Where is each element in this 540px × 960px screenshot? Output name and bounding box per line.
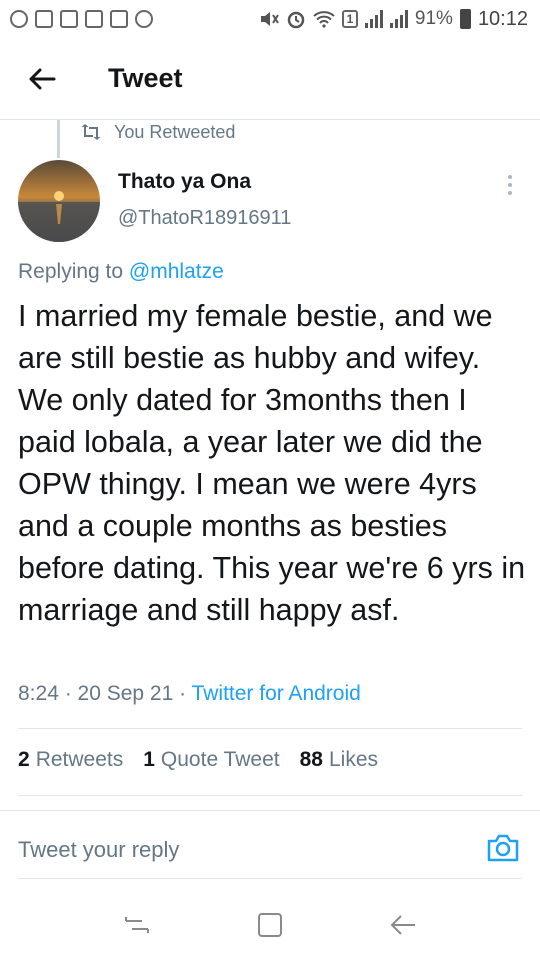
tweet-text: I married my female bestie, and we are s… (18, 299, 526, 627)
tweet-source[interactable]: Twitter for Android (192, 682, 361, 705)
likes-stat[interactable]: 88 Likes (300, 748, 378, 772)
retweet-context-label: You Retweeted (114, 121, 236, 142)
replying-to-prefix: Replying to (18, 260, 129, 283)
quote-tweets-count: 1 (143, 748, 155, 771)
home-button[interactable] (250, 905, 290, 945)
more-dot (508, 183, 512, 187)
home-icon (257, 913, 282, 937)
gallery-icon (110, 10, 128, 28)
tweet-stats: 2 Retweets 1 Quote Tweet 88 Likes (18, 748, 378, 772)
replying-to: Replying to @mhlatze (18, 260, 224, 284)
author-name[interactable]: Thato ya Ona (118, 170, 251, 194)
back-nav-icon (390, 915, 416, 935)
reply-composer: Tweet your reply (0, 810, 540, 880)
back-button[interactable] (0, 38, 84, 120)
battery-icon (459, 9, 471, 29)
quote-tweets-label: Quote Tweet (160, 748, 280, 771)
reply-underline (18, 878, 522, 879)
tweet-meta: 8:24 · 20 Sep 21 · Twitter for Android (18, 682, 361, 706)
avatar-image (18, 160, 100, 242)
alarm-icon (287, 11, 305, 29)
more-dot (508, 191, 512, 195)
signal-icon (389, 10, 408, 28)
quote-tweets-stat[interactable]: 1 Quote Tweet (143, 748, 279, 772)
thread-connector-line (57, 120, 60, 158)
gmail-icon (35, 10, 53, 28)
author-handle[interactable]: @ThatoR18916911 (118, 207, 291, 230)
checkbox-icon (85, 10, 103, 28)
replying-to-mention[interactable]: @mhlatze (129, 260, 224, 283)
status-bar-notifications (10, 10, 153, 28)
avatar[interactable] (18, 160, 100, 242)
retweets-count: 2 (18, 748, 30, 771)
signal-icon (364, 10, 383, 28)
gmail-icon (60, 10, 78, 28)
retweets-stat[interactable]: 2 Retweets (18, 748, 123, 772)
reply-input[interactable]: Tweet your reply (18, 837, 179, 863)
likes-label: Likes (328, 748, 379, 771)
status-bar-system: 1 91% 10:12 (259, 8, 528, 31)
divider (18, 795, 522, 796)
clock-icon (135, 10, 153, 28)
divider (18, 728, 522, 729)
back-arrow-icon (29, 68, 56, 89)
app-header: Tweet (0, 38, 540, 120)
battery-percentage: 91% (414, 8, 453, 29)
sim-badge: 1 (341, 10, 358, 28)
camera-button[interactable] (486, 833, 520, 863)
tweet-timestamp: 8:24 · 20 Sep 21 · (18, 682, 192, 705)
more-dot (508, 175, 512, 179)
wifi-icon (313, 11, 335, 28)
camera-icon (487, 834, 519, 862)
page-title: Tweet (108, 63, 183, 93)
recent-apps-icon (124, 917, 149, 933)
opera-icon (10, 10, 28, 28)
status-bar: 1 91% 10:12 (0, 0, 540, 38)
retweets-label: Retweets (35, 748, 124, 771)
retweet-context: You Retweeted (80, 120, 235, 144)
retweet-icon (81, 124, 101, 140)
more-options-button[interactable] (498, 170, 522, 200)
likes-count: 88 (299, 748, 323, 771)
android-nav-bar (0, 890, 540, 960)
mute-icon (260, 12, 279, 26)
recent-apps-button[interactable] (117, 905, 157, 945)
clock-time: 10:12 (477, 7, 528, 30)
back-nav-button[interactable] (383, 905, 423, 945)
